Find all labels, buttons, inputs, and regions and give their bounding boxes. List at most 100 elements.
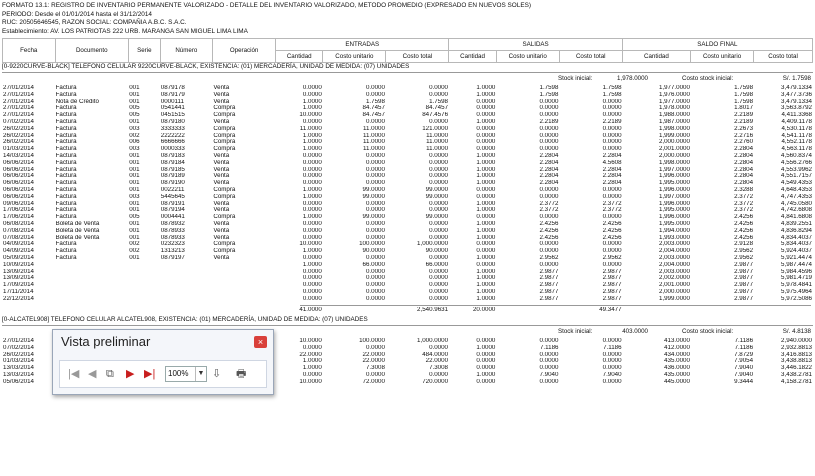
table-cell: 11.0000 xyxy=(299,125,322,132)
export-icon[interactable]: ⇩ xyxy=(212,367,221,381)
table-cell: 0.0000 xyxy=(476,338,496,344)
table-cell: 1,000.0000 xyxy=(417,338,449,344)
table-cell: 7.3008 xyxy=(429,365,449,372)
table-cell: Factura xyxy=(55,254,77,261)
table-cell: 1,000.0000 xyxy=(417,241,449,248)
table-cell: 1,994.0000 xyxy=(658,227,690,234)
table-cell: 2.9877 xyxy=(539,288,559,295)
section-title: [0-9220CURVE-BLACK] TELEFONO CELULAR 922… xyxy=(2,63,410,70)
table-cell: 0.0000 xyxy=(429,268,449,275)
table-cell: 435.0000 xyxy=(664,358,690,365)
table-cell: 1.0000 xyxy=(476,173,496,180)
table-cell: Compra xyxy=(213,125,236,132)
table-cell: Compra xyxy=(213,186,236,193)
table-cell: 001 xyxy=(129,180,140,187)
table-cell: 1,993.0000 xyxy=(658,234,690,241)
previous-page-icon[interactable]: ◀ xyxy=(88,367,96,381)
table-cell: 1,997.0000 xyxy=(658,193,690,200)
table-cell: 4,839.2551 xyxy=(781,220,812,227)
table-cell: 3333333 xyxy=(160,125,185,132)
table-cell: 5,987.4474 xyxy=(781,261,812,268)
table-cell: 0.0000 xyxy=(302,207,322,214)
table-cell: 2.9877 xyxy=(734,295,754,302)
table-cell: 484.0000 xyxy=(422,351,449,358)
table-cell: 1,999.0000 xyxy=(658,132,690,139)
table-cell xyxy=(212,269,275,276)
table-cell: 0.0000 xyxy=(302,200,322,207)
table-cell: 0.0000 xyxy=(539,351,559,358)
table-cell: 0.0000 xyxy=(365,234,385,241)
table-cell xyxy=(160,269,213,276)
table-cell: 0.0000 xyxy=(539,248,559,255)
table-cell: 2.4256 xyxy=(734,214,754,221)
table-cell: 5,972.5086 xyxy=(781,295,812,302)
table-cell: 100.0000 xyxy=(359,241,385,248)
vista-preliminar-window[interactable]: Vista preliminar × |◀ ◀ ⧉ ▶ ▶| 100% ▼ ⇩ … xyxy=(52,329,274,395)
table-cell: 002 xyxy=(129,132,140,139)
table-cell: 0.0000 xyxy=(476,214,496,221)
table-cell: 1,995.0000 xyxy=(658,220,690,227)
table-cell: 0879194 xyxy=(160,207,185,214)
table-cell: 27/01/2014 xyxy=(3,112,34,119)
table-row: 27/01/2014 Factura 001 0879179 Venta 0.0000 0.… xyxy=(2,92,813,99)
table-cell: 0.0000 xyxy=(602,125,622,132)
table-cell: 1.0000 xyxy=(302,214,322,221)
table-cell: 0.0000 xyxy=(365,288,385,295)
table-cell: 7.1186 xyxy=(603,344,622,351)
table-cell xyxy=(55,296,129,303)
table-cell: 1.8017 xyxy=(734,105,754,112)
table-cell: 66.0000 xyxy=(362,261,385,268)
table-cell: 1.0000 xyxy=(476,91,496,98)
table-cell: 1.7598 xyxy=(429,98,449,105)
table-cell: 0.0000 xyxy=(302,344,322,351)
table-cell: 0.0000 xyxy=(429,371,449,378)
table-row: 26/02/2014 Factura 003 3333333 Compra 11.0000… xyxy=(2,126,813,133)
table-cell: 4,158.2781 xyxy=(781,378,812,385)
report-period: PERIODO: Desde el 01/01/2014 hasta el 31… xyxy=(2,10,152,18)
close-icon[interactable]: × xyxy=(254,336,267,348)
table-cell: 2,000.0000 xyxy=(658,139,690,146)
table-cell: 1.0000 xyxy=(476,282,496,289)
table-cell: 1.7598 xyxy=(734,85,754,91)
table-cell: 4,530.1178 xyxy=(781,125,812,132)
table-cell: 0.0000 xyxy=(429,173,449,180)
table-cell: 1.0000 xyxy=(302,146,322,153)
first-page-icon[interactable]: |◀ xyxy=(68,367,79,381)
table-cell: 1.0000 xyxy=(476,295,496,302)
table-cell: 0.0000 xyxy=(602,358,622,365)
table-cell: 2.9128 xyxy=(734,241,754,248)
pages-icon[interactable]: ⧉ xyxy=(106,367,114,381)
table-cell: Venta xyxy=(213,85,230,91)
table-cell: 27/01/2014 xyxy=(3,91,34,98)
chevron-down-icon[interactable]: ▼ xyxy=(195,367,206,381)
table-cell: 2.3288 xyxy=(734,186,754,193)
table-cell: 0022211 xyxy=(160,186,185,193)
table-cell: 0.0000 xyxy=(365,220,385,227)
print-icon[interactable]: 🖶 xyxy=(236,367,246,381)
table-cell: 0.0000 xyxy=(476,378,496,385)
table-cell: 2.9877 xyxy=(734,288,754,295)
zoom-select[interactable]: 100% ▼ xyxy=(165,366,207,382)
table-cell: Venta xyxy=(213,152,230,159)
table-cell: Factura xyxy=(55,146,77,153)
table-cell: 5,924.4037 xyxy=(781,248,812,255)
table-cell: 0.0000 xyxy=(602,248,622,255)
table-cell: 0.0000 xyxy=(539,112,559,119)
last-page-icon[interactable]: ▶| xyxy=(144,367,155,381)
table-cell: Boleta de Venta xyxy=(55,234,100,241)
table-cell: 0232323 xyxy=(160,241,185,248)
table-cell: 0.0000 xyxy=(365,268,385,275)
table-cell: 11.0000 xyxy=(426,146,449,153)
table-cell xyxy=(55,262,129,269)
costo-stock-inicial-value: S/. 1.7598 xyxy=(782,75,811,82)
table-cell: Venta xyxy=(213,173,230,180)
col-costo-total: Costo total xyxy=(558,50,623,63)
table-cell: 0879179 xyxy=(160,91,185,98)
table-cell: 2.9877 xyxy=(539,275,559,282)
next-page-icon[interactable]: ▶ xyxy=(126,367,134,381)
table-cell: 5445645 xyxy=(160,193,185,200)
table-row: 05/09/2014 Factura 001 0879197 Venta 0.0000 0.… xyxy=(2,255,813,262)
table-cell: 0.0000 xyxy=(602,132,622,139)
table-cell xyxy=(55,282,129,289)
table-cell: 2.2804 xyxy=(602,173,622,180)
